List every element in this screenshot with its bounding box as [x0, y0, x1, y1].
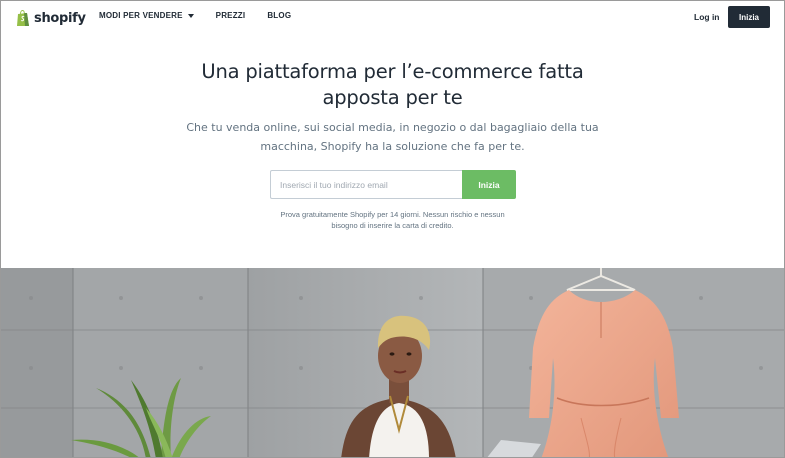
hero-photo-illustration	[1, 268, 784, 457]
page-frame: shopify MODI PER VENDERE PREZZI BLOG Log…	[0, 0, 785, 458]
trial-disclaimer: Prova gratuitamente Shopify per 14 giorn…	[1, 209, 784, 231]
nav-modi-per-vendere[interactable]: MODI PER VENDERE	[99, 11, 194, 20]
hero-title-line2: apposta per te	[322, 86, 463, 109]
trial-disclaimer-line1: Prova gratuitamente Shopify per 14 giorn…	[280, 210, 505, 219]
hero-subtitle: Che tu venda online, sui social media, i…	[1, 118, 784, 156]
nav-link-label: BLOG	[267, 11, 292, 20]
hero-title-line1: Una piattaforma per l’e-commerce fatta	[201, 60, 584, 83]
start-button[interactable]: Inizia	[728, 6, 770, 28]
hero-photo	[1, 268, 784, 457]
trial-disclaimer-line2: bisogno di inserire la carta di credito.	[331, 221, 454, 230]
top-nav: shopify MODI PER VENDERE PREZZI BLOG Log…	[1, 1, 784, 35]
signup-form: Inizia	[270, 170, 516, 199]
hero-subtitle-line1: Che tu venda online, sui social media, i…	[186, 121, 599, 134]
shopify-logo[interactable]: shopify	[16, 8, 86, 28]
login-link[interactable]: Log in	[694, 12, 720, 22]
hero-title: Una piattaforma per l’e-commerce fatta a…	[1, 59, 784, 111]
nav-links: MODI PER VENDERE PREZZI BLOG	[99, 11, 313, 20]
shopify-bag-icon	[17, 9, 29, 26]
hero-subtitle-line2: macchina, Shopify ha la soluzione che fa…	[260, 140, 525, 153]
signup-submit-button[interactable]: Inizia	[462, 170, 516, 199]
email-input[interactable]	[270, 170, 462, 199]
brand-name: shopify	[34, 10, 86, 26]
nav-link-label: PREZZI	[215, 11, 246, 20]
nav-prezzi[interactable]: PREZZI	[216, 11, 246, 20]
nav-blog[interactable]: BLOG	[267, 11, 291, 20]
nav-link-label: MODI PER VENDERE	[99, 11, 183, 20]
chevron-down-icon	[187, 13, 194, 18]
